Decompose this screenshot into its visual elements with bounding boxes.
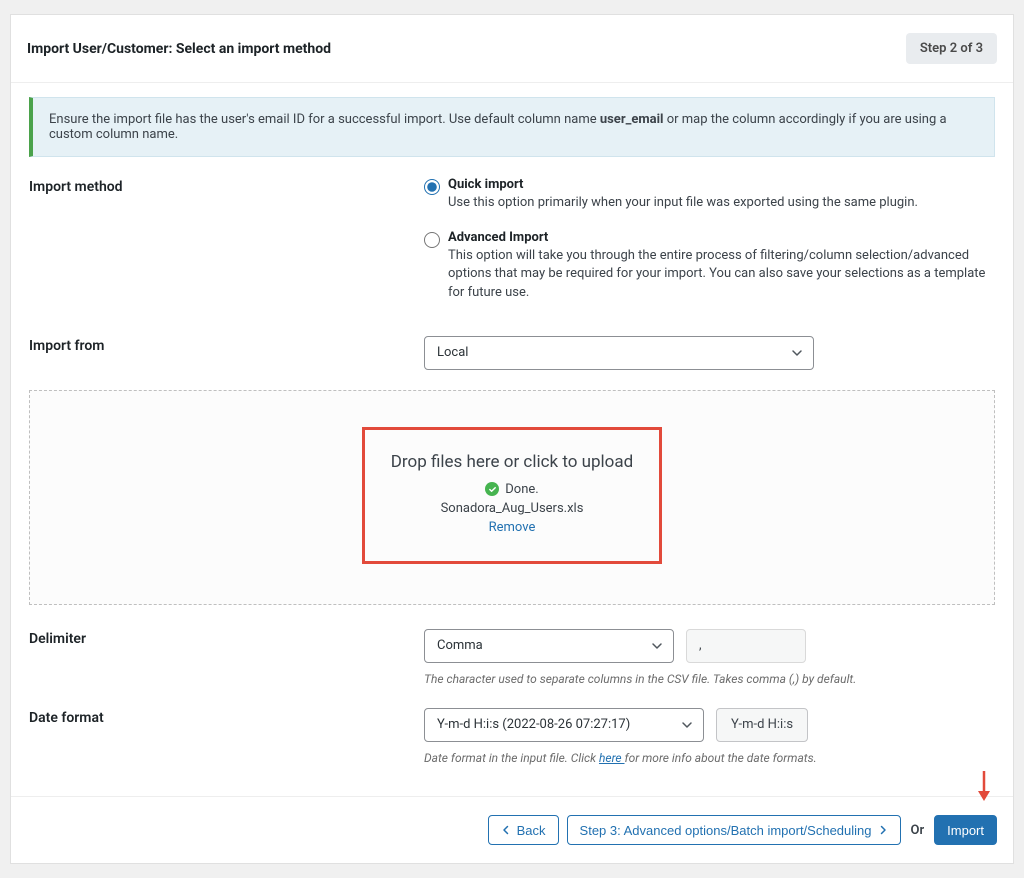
check-circle-icon (485, 482, 499, 496)
date-help-after: for more info about the date formats. (625, 751, 817, 765)
quick-import-option[interactable]: Quick import Use this option primarily w… (424, 177, 994, 212)
done-text: Done. (505, 482, 538, 497)
or-separator: Or (911, 823, 925, 838)
import-from-label: Import from (29, 336, 424, 354)
file-dropzone-container: Drop files here or click to upload Done.… (29, 390, 995, 605)
panel-content: Ensure the import file has the user's em… (11, 83, 1013, 796)
delimiter-label: Delimiter (29, 629, 424, 647)
advanced-import-title: Advanced Import (448, 230, 994, 245)
import-from-row: Import from Local (29, 336, 995, 370)
file-dropzone[interactable]: Drop files here or click to upload Done.… (362, 427, 662, 564)
step-indicator: Step 2 of 3 (906, 33, 997, 64)
import-button[interactable]: Import (934, 815, 997, 845)
quick-import-title: Quick import (448, 177, 994, 192)
delimiter-value: Comma (437, 638, 483, 653)
date-format-row: Date format Y-m-d H:i:s (2022-08-26 07:2… (29, 708, 995, 767)
delimiter-help: The character used to separate columns i… (424, 671, 994, 688)
step3-label: Step 3: Advanced options/Batch import/Sc… (580, 823, 872, 838)
import-method-options: Quick import Use this option primarily w… (424, 177, 994, 302)
date-format-sample[interactable]: Y-m-d H:i:s (716, 708, 808, 742)
delimiter-row: Delimiter Comma , The character used to … (29, 629, 995, 688)
back-label: Back (517, 823, 546, 838)
import-method-label: Import method (29, 177, 424, 195)
uploaded-filename: Sonadora_Aug_Users.xls (385, 501, 639, 516)
advanced-import-option[interactable]: Advanced Import This option will take yo… (424, 230, 994, 302)
import-from-value: Local (437, 345, 468, 360)
chevron-right-icon (878, 823, 888, 838)
notice-text-before: Ensure the import file has the user's em… (49, 112, 600, 127)
back-button[interactable]: Back (488, 815, 559, 845)
quick-import-desc: Use this option primarily when your inpu… (448, 194, 994, 212)
panel-header: Import User/Customer: Select an import m… (11, 15, 1013, 83)
advanced-import-desc: This option will take you through the en… (448, 247, 994, 302)
date-format-label: Date format (29, 708, 424, 726)
page-title: Import User/Customer: Select an import m… (27, 41, 331, 57)
date-format-help-link[interactable]: here (599, 751, 625, 765)
quick-import-radio[interactable] (424, 179, 440, 195)
import-from-select[interactable]: Local (424, 336, 814, 370)
remove-file-link[interactable]: Remove (489, 520, 536, 535)
info-notice: Ensure the import file has the user's em… (29, 97, 995, 157)
notice-bold: user_email (600, 112, 664, 127)
delimiter-char-input[interactable]: , (686, 629, 806, 663)
advanced-import-radio[interactable] (424, 232, 440, 248)
step3-button[interactable]: Step 3: Advanced options/Batch import/Sc… (567, 815, 901, 845)
date-format-help: Date format in the input file. Click her… (424, 750, 994, 767)
delimiter-char-value: , (699, 638, 702, 653)
chevron-down-icon (791, 347, 803, 359)
delimiter-select[interactable]: Comma (424, 629, 674, 663)
import-method-row: Import method Quick import Use this opti… (29, 177, 995, 316)
date-help-before: Date format in the input file. Click (424, 751, 599, 765)
arrow-annotation-icon (975, 769, 993, 803)
dropzone-title: Drop files here or click to upload (385, 452, 639, 472)
panel-footer: Back Step 3: Advanced options/Batch impo… (11, 796, 1013, 863)
import-label: Import (947, 823, 984, 838)
date-sample-text: Y-m-d H:i:s (731, 717, 793, 732)
import-wizard-panel: Import User/Customer: Select an import m… (10, 14, 1014, 864)
chevron-down-icon (681, 719, 693, 731)
chevron-down-icon (651, 640, 663, 652)
upload-done-status: Done. (485, 482, 538, 497)
date-format-value: Y-m-d H:i:s (2022-08-26 07:27:17) (437, 717, 630, 732)
date-format-select[interactable]: Y-m-d H:i:s (2022-08-26 07:27:17) (424, 708, 704, 742)
chevron-left-icon (501, 823, 511, 838)
